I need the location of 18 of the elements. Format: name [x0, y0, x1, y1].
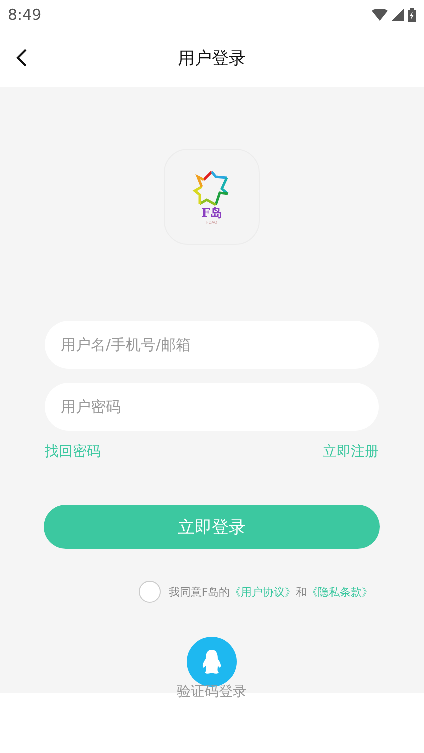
- agree-checkbox[interactable]: [138, 581, 161, 603]
- register-link[interactable]: 立即注册: [323, 443, 379, 461]
- page-title: 用户登录: [178, 48, 246, 70]
- signal-icon: [392, 9, 404, 21]
- username-field[interactable]: 用户名/手机号/邮箱: [45, 321, 379, 369]
- logo-text: F岛: [202, 207, 222, 221]
- battery-icon: [408, 8, 416, 22]
- password-field[interactable]: 用户密码: [45, 383, 379, 431]
- status-time: 8:49: [8, 6, 42, 24]
- sms-login-link[interactable]: 验证码登录: [177, 683, 247, 701]
- penguin-icon: [201, 649, 223, 675]
- chevron-icon: [16, 49, 28, 67]
- privacy-link[interactable]: 《隐私条款》: [307, 586, 374, 598]
- login-button[interactable]: 立即登录: [44, 505, 380, 549]
- agreement-text: 我同意F岛的《用户协议》和《隐私条款》: [168, 584, 374, 600]
- wifi-icon: [372, 9, 388, 21]
- forgot-password-link[interactable]: 找回密码: [45, 443, 101, 461]
- terms-link[interactable]: 《用户协议》: [230, 586, 296, 598]
